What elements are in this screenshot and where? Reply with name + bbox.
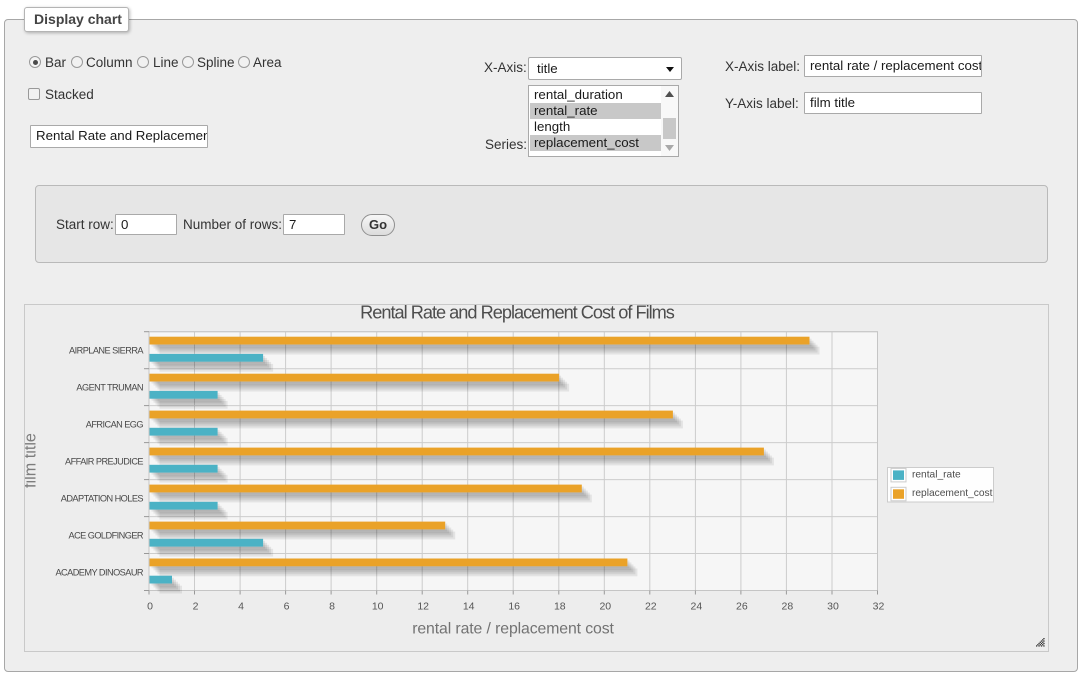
svg-text:22: 22	[645, 601, 657, 613]
svg-text:16: 16	[508, 601, 520, 613]
svg-text:30: 30	[827, 601, 839, 613]
svg-text:24: 24	[691, 601, 703, 613]
svg-text:26: 26	[736, 601, 748, 613]
svg-text:ADAPTATION HOLES: ADAPTATION HOLES	[61, 494, 144, 504]
svg-text:AFRICAN EGG: AFRICAN EGG	[86, 420, 144, 430]
svg-text:ACE GOLDFINGER: ACE GOLDFINGER	[69, 531, 144, 541]
svg-text:AIRPLANE SIERRA: AIRPLANE SIERRA	[69, 346, 144, 356]
svg-text:Rental Rate and Replacement Co: Rental Rate and Replacement Cost of Film…	[360, 305, 675, 323]
svg-text:20: 20	[599, 601, 611, 613]
svg-text:replacement_cost: replacement_cost	[912, 488, 993, 499]
svg-text:32: 32	[873, 601, 885, 613]
svg-text:AFFAIR PREJUDICE: AFFAIR PREJUDICE	[65, 457, 143, 467]
svg-text:rental_rate: rental_rate	[912, 470, 961, 481]
svg-text:2: 2	[193, 601, 199, 613]
svg-text:ACADEMY DINOSAUR: ACADEMY DINOSAUR	[55, 568, 143, 578]
svg-text:18: 18	[554, 601, 566, 613]
svg-text:12: 12	[417, 601, 429, 613]
svg-text:rental rate / replacement cost: rental rate / replacement cost	[412, 621, 614, 638]
svg-text:14: 14	[463, 601, 475, 613]
svg-text:28: 28	[782, 601, 794, 613]
svg-text:AGENT TRUMAN: AGENT TRUMAN	[76, 383, 143, 393]
svg-text:0: 0	[147, 601, 153, 613]
svg-text:6: 6	[284, 601, 290, 613]
svg-text:10: 10	[372, 601, 384, 613]
svg-text:film title: film title	[25, 433, 40, 488]
svg-text:4: 4	[238, 601, 244, 613]
svg-text:8: 8	[329, 601, 335, 613]
